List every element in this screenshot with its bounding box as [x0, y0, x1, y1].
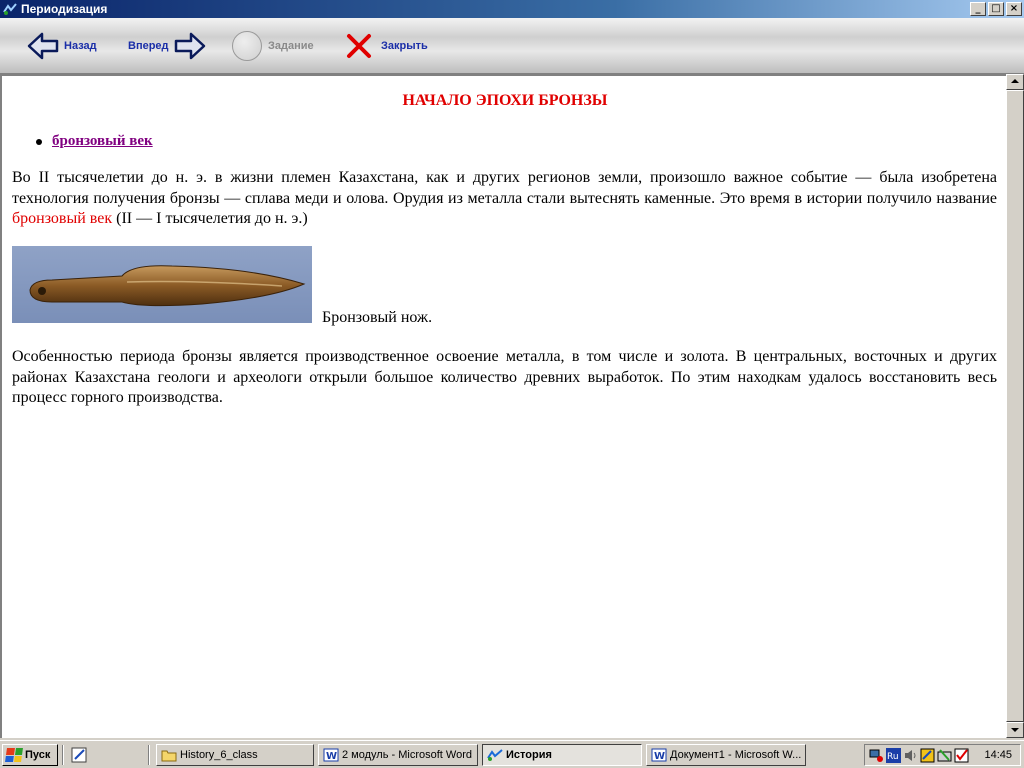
language-label: Ru: [887, 752, 899, 762]
maximize-icon: □: [991, 3, 1001, 14]
image-caption: Бронзовый нож.: [322, 309, 433, 326]
close-icon: ×: [1009, 3, 1019, 14]
word-icon: W: [651, 748, 667, 762]
taskbar-separator: [62, 745, 64, 765]
scroll-thumb[interactable]: [1006, 90, 1024, 722]
back-button[interactable]: Назад: [27, 18, 97, 74]
tray-check-icon[interactable]: [954, 748, 969, 763]
svg-text:W: W: [326, 751, 337, 762]
quick-launch-icon[interactable]: [70, 746, 90, 764]
title-bar: Периодизация _ □ ×: [0, 0, 1024, 18]
minimize-button[interactable]: _: [970, 2, 986, 16]
task-button[interactable]: Задание: [232, 18, 314, 74]
scroll-up-button[interactable]: [1006, 74, 1024, 90]
page-heading: НАЧАЛО ЭПОХИ БРОНЗЫ: [402, 92, 608, 109]
arrow-right-icon: [174, 32, 205, 60]
para1-text: Во II тысячелетии до н. э. в жизни племе…: [12, 169, 997, 207]
svg-text:W: W: [654, 751, 665, 762]
task-label: Задание: [268, 40, 314, 52]
folder-icon: [161, 750, 177, 762]
window-title: Периодизация: [21, 2, 108, 16]
tray-tool-icon[interactable]: [937, 748, 952, 763]
arrow-down-icon: [1011, 728, 1019, 732]
close-window-button[interactable]: ×: [1006, 2, 1022, 16]
minimize-icon: _: [975, 3, 981, 14]
taskbar: Пуск History_6_class W 2 модуль - Micros…: [0, 740, 1024, 768]
language-icon[interactable]: Ru: [886, 748, 901, 763]
word-icon: W: [323, 748, 339, 762]
arrow-up-icon: [1011, 79, 1019, 83]
task-button-word-module[interactable]: W 2 модуль - Microsoft Word: [318, 744, 478, 766]
circle-icon: [232, 31, 262, 61]
maximize-button[interactable]: □: [988, 2, 1004, 16]
start-label: Пуск: [25, 749, 51, 761]
close-label: Закрыть: [381, 40, 428, 52]
forward-button[interactable]: Вперед: [128, 18, 206, 74]
tray-app-icon[interactable]: [920, 748, 935, 763]
bullet-icon: [36, 138, 42, 145]
system-tray: Ru 14:45: [864, 744, 1021, 766]
task-label: 2 модуль - Microsoft Word: [342, 749, 472, 761]
network-icon[interactable]: [869, 748, 884, 763]
windows-logo-icon: [5, 748, 23, 762]
paragraph-intro: Во II тысячелетии до н. э. в жизни племе…: [12, 168, 997, 230]
task-button-history[interactable]: История: [482, 744, 642, 766]
taskbar-separator: [148, 745, 150, 765]
task-label: Документ1 - Microsoft W...: [670, 749, 802, 761]
toolbar: Назад Вперед Задание Закрыть: [0, 18, 1024, 74]
scroll-down-button[interactable]: [1006, 722, 1024, 738]
list-item: бронзовый век: [36, 133, 153, 150]
clock[interactable]: 14:45: [984, 749, 1012, 761]
back-label: Назад: [64, 40, 97, 52]
arrow-left-icon: [27, 32, 59, 60]
highlight-term: бронзовый век: [12, 210, 113, 227]
start-button[interactable]: Пуск: [2, 744, 58, 766]
volume-icon[interactable]: [903, 748, 918, 763]
vertical-scrollbar[interactable]: [1006, 74, 1024, 738]
paragraph-details: Особенностью периода бронзы является про…: [12, 348, 997, 406]
bronze-knife-image: [12, 246, 312, 323]
task-button-word-document[interactable]: W Документ1 - Microsoft W...: [646, 744, 806, 766]
task-label: History_6_class: [180, 749, 258, 761]
task-button-folder[interactable]: History_6_class: [156, 744, 314, 766]
close-x-icon: [347, 34, 371, 58]
content-area: НАЧАЛО ЭПОХИ БРОНЗЫ бронзовый век Во II …: [0, 74, 1006, 738]
topic-link[interactable]: бронзовый век: [52, 133, 153, 149]
app-icon: [3, 3, 17, 15]
task-label: История: [506, 749, 552, 761]
forward-label: Вперед: [128, 40, 169, 52]
close-button[interactable]: Закрыть: [346, 18, 428, 74]
app-icon: [487, 749, 503, 761]
para1-text-end: (II — I тысячелетия до н. э.): [112, 210, 308, 227]
